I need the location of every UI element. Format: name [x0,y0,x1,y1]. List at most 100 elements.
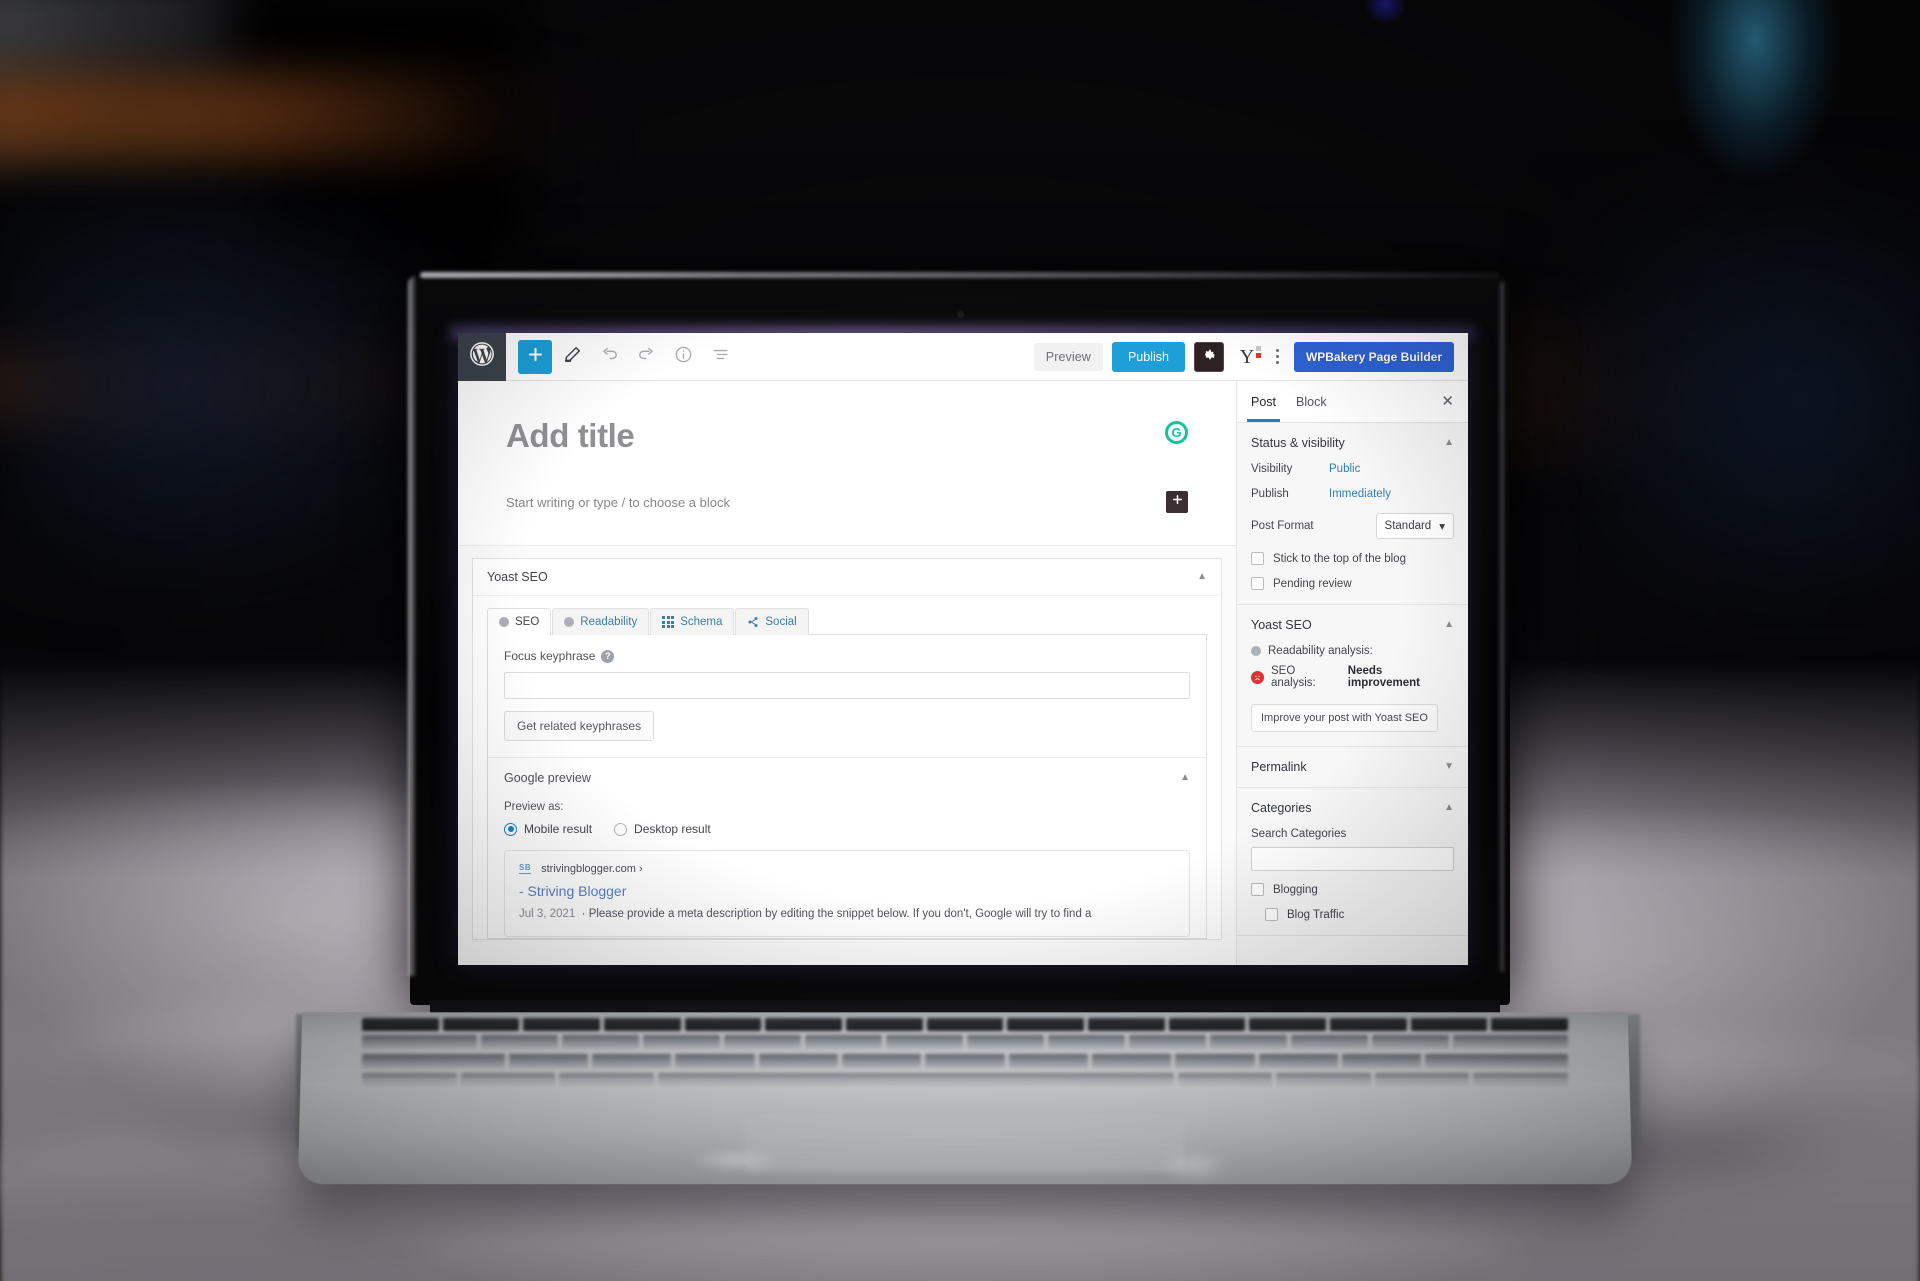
radio-button-icon[interactable] [614,822,628,836]
focus-keyphrase-label: Focus keyphrase [504,649,596,663]
row-label: Publish [1251,488,1289,500]
checkbox-pending-review[interactable]: Pending review [1251,577,1454,590]
redo-button[interactable] [629,340,663,374]
plus-icon [526,345,545,369]
checkbox-icon[interactable] [1251,883,1264,896]
improve-post-button[interactable]: Improve your post with Yoast SEO [1251,704,1438,732]
redo-arrow-icon [637,345,656,369]
keyboard-row [360,1073,1570,1088]
get-related-keyphrases-button[interactable]: Get related keyphrases [504,711,655,741]
yoast-tab-seo[interactable]: SEO [487,608,552,635]
yoast-tab-social[interactable]: Social [735,608,809,635]
panel-header[interactable]: Yoast SEO ▲ [1237,605,1468,645]
add-block-button[interactable] [518,339,552,374]
yoast-metabox-header[interactable]: Yoast SEO ▲ [473,559,1221,596]
panel-title: Yoast SEO [1251,618,1312,632]
publish-date-button[interactable]: Immediately [1329,488,1391,500]
checkbox-icon[interactable] [1265,908,1278,921]
chevron-down-icon: ▾ [1439,521,1445,533]
panel-body: Search Categories Blogging Blog Traffic [1237,828,1468,935]
radio-desktop-result[interactable]: Desktop result [614,822,711,836]
panel-header[interactable]: Status & visibility ▲ [1237,423,1468,463]
help-circle-icon[interactable]: ? [601,649,615,663]
radio-mobile-result[interactable]: Mobile result [504,822,592,836]
sidebar-tab-list: Post Block ✕ [1237,381,1468,423]
row-post-format: Post Format Standard ▾ [1251,513,1454,539]
paragraph-placeholder[interactable]: Start writing or type / to choose a bloc… [506,495,1166,510]
panel-body: Readability analysis: SEO analysis: Need… [1237,645,1468,746]
row-label: Visibility [1251,463,1293,475]
toolbar-left-group [506,339,737,374]
radio-button-icon[interactable] [504,822,517,836]
tab-post[interactable]: Post [1246,381,1281,422]
panel-body: Visibility Public Publish Immediately Po… [1237,463,1468,604]
more-options-button[interactable] [1270,349,1285,364]
checkbox-icon[interactable] [1251,552,1264,565]
focus-keyphrase-label-row: Focus keyphrase ? [504,649,1190,663]
category-item-blogging[interactable]: Blogging [1251,883,1454,896]
google-snippet-preview[interactable]: SB strivingblogger.com › - Striving Blog… [504,850,1190,937]
yoast-tab-schema[interactable]: Schema [650,608,735,635]
panel-header[interactable]: Categories ▲ [1237,788,1468,828]
close-icon[interactable]: ✕ [1441,394,1454,409]
publish-button[interactable]: Publish [1111,341,1185,372]
wordpress-logo-button[interactable] [458,333,506,381]
edit-tool-button[interactable] [555,340,589,374]
chevron-up-icon[interactable]: ▲ [1197,572,1207,582]
visibility-value-button[interactable]: Public [1329,463,1360,475]
category-label: Blog Traffic [1287,908,1345,921]
row-label: Post Format [1251,520,1314,532]
settings-button[interactable] [1193,341,1224,372]
panel-yoast-seo: Yoast SEO ▲ Readability analysis: SEO an… [1237,605,1468,747]
settings-sidebar: Post Block ✕ Status & visibility ▲ Visib… [1236,381,1468,965]
grammarly-icon[interactable]: G [1165,421,1188,444]
post-format-select[interactable]: Standard ▾ [1375,513,1454,539]
checkbox-label: Stick to the top of the blog [1273,552,1406,565]
snippet-title[interactable]: - Striving Blogger [519,883,1175,899]
photo-scene: Preview Publish Y WPBakery Page Builder … [0,0,1920,1281]
paragraph-block: Start writing or type / to choose a bloc… [506,491,1188,513]
yoast-metabox-title: Yoast SEO [487,570,548,584]
category-item-blog-traffic[interactable]: Blog Traffic [1251,908,1454,921]
focus-keyphrase-input[interactable] [504,672,1190,699]
snippet-date: Jul 3, 2021 [519,908,576,920]
google-preview-title: Google preview [504,771,591,785]
yoast-tab-readability[interactable]: Readability [552,608,650,635]
list-view-button[interactable] [703,340,737,374]
details-info-button[interactable] [666,340,700,374]
chevron-up-icon[interactable]: ▲ [1444,438,1454,448]
radio-label: Mobile result [524,822,593,836]
checkbox-sticky-post[interactable]: Stick to the top of the blog [1251,552,1454,565]
post-title-input[interactable]: Add title [506,417,1188,455]
wpbakery-page-builder-button[interactable]: WPBakery Page Builder [1293,341,1454,372]
list-view-icon [711,345,730,369]
plus-icon [1171,493,1184,511]
preview-button[interactable]: Preview [1033,342,1103,371]
panel-title: Status & visibility [1251,436,1345,450]
search-categories-label: Search Categories [1251,828,1347,840]
panel-categories: Categories ▲ Search Categories Blogging [1237,788,1468,936]
chevron-up-icon[interactable]: ▲ [1444,620,1454,630]
undo-button[interactable] [592,340,626,374]
chevron-down-icon[interactable]: ▼ [1444,762,1454,772]
panel-header[interactable]: Permalink ▼ [1237,747,1468,787]
editor-body: Add title G Start writing or type / to c… [458,381,1468,965]
lid-edge-right [1498,282,1504,972]
webcam-icon [957,311,964,318]
laptop-trackpad [745,1110,1185,1172]
chevron-up-icon[interactable]: ▲ [1444,803,1454,813]
pencil-icon [563,345,582,369]
tab-block[interactable]: Block [1296,381,1327,422]
chevron-up-icon[interactable]: ▲ [1180,773,1190,783]
category-label: Blogging [1273,883,1318,896]
wordpress-logo-icon [469,341,495,372]
block-inserter-button[interactable] [1166,491,1188,513]
checkbox-icon[interactable] [1251,577,1264,590]
search-categories-input[interactable] [1251,847,1454,871]
row-publish: Publish Immediately [1251,488,1454,500]
google-preview-header[interactable]: Google preview ▲ [504,758,1190,787]
editor-inner: Add title G Start writing or type / to c… [458,417,1236,513]
yoast-tab-label: Schema [680,616,723,628]
yoast-seo-button[interactable]: Y [1233,343,1261,371]
panel-permalink: Permalink ▼ [1237,747,1468,788]
